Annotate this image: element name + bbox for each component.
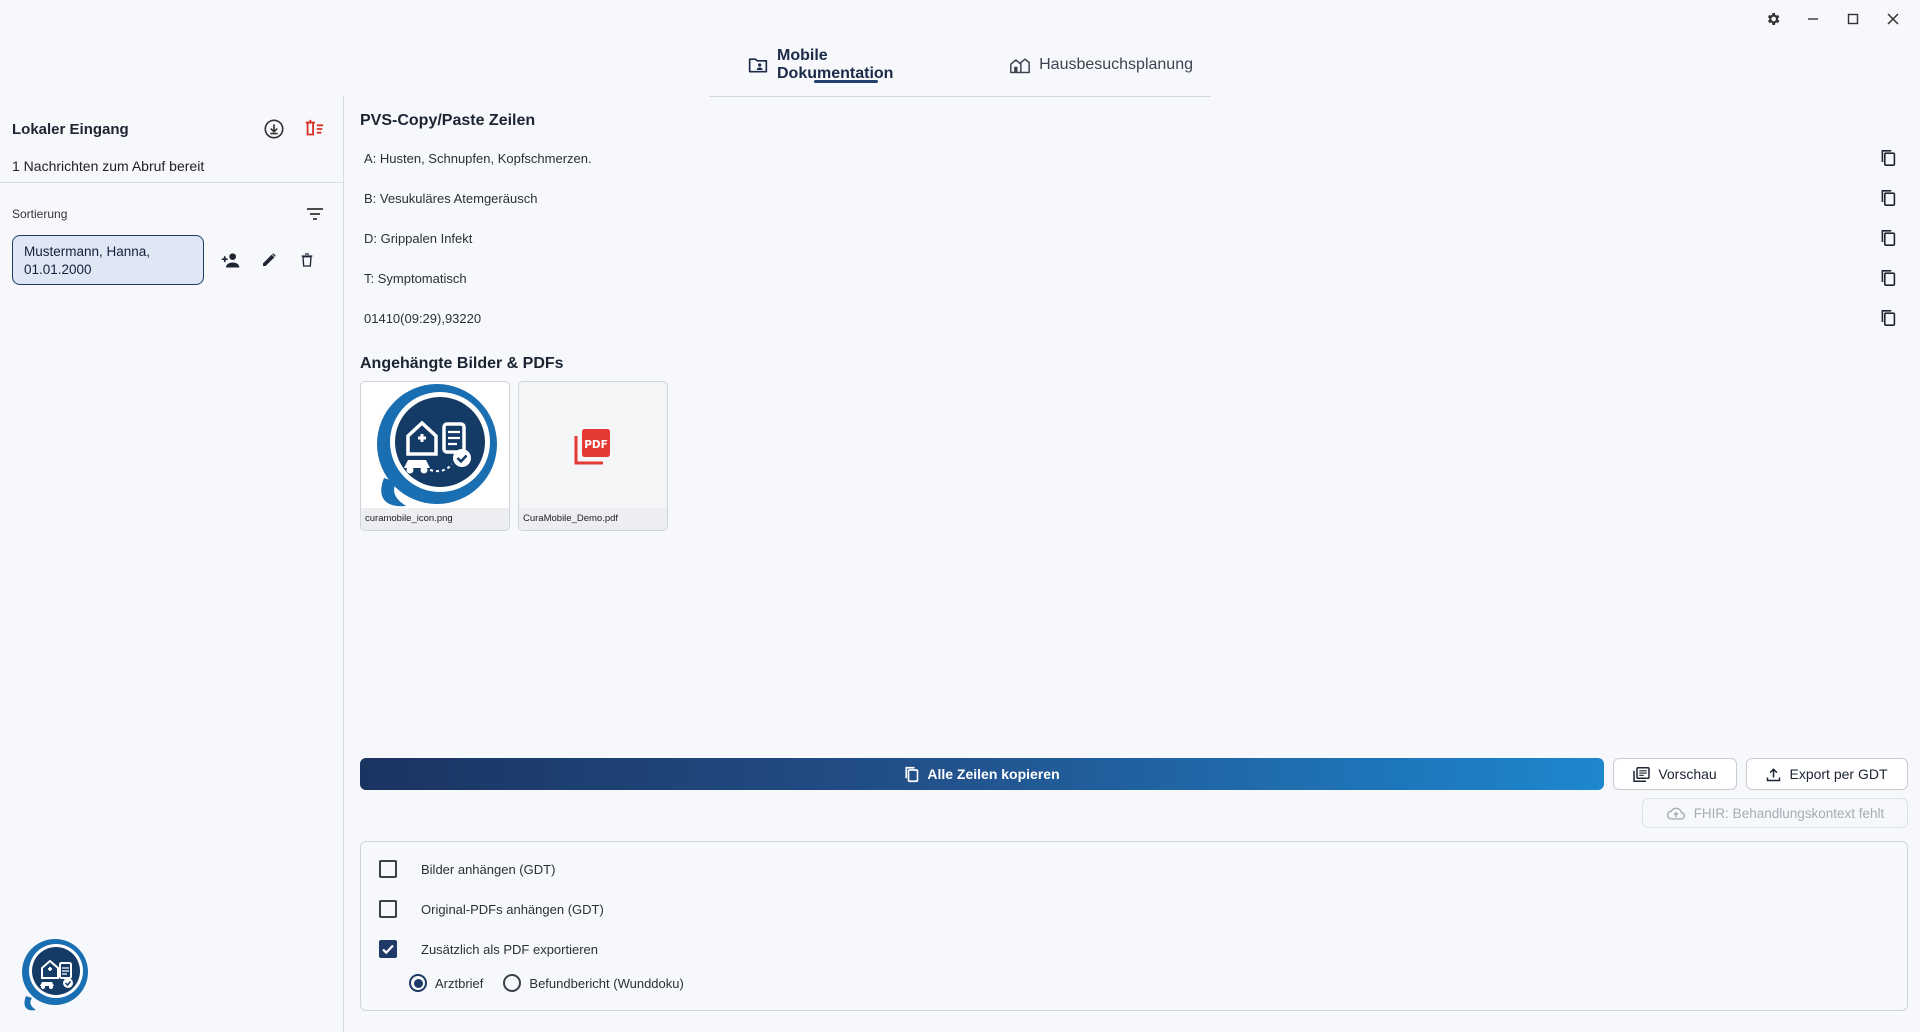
- pvs-line-text: A: Husten, Schnupfen, Kopfschmerzen.: [364, 150, 592, 166]
- radio-befundbericht[interactable]: Befundbericht (Wunddoku): [503, 974, 684, 992]
- cloud-upload-icon: [1666, 806, 1686, 821]
- patient-dob: 01.01.2000: [24, 262, 92, 277]
- pdf-type-radios: Arztbrief Befundbericht (Wunddoku): [409, 974, 684, 992]
- sidebar: Lokaler Eingang 1 Nachrichten zum Abruf …: [0, 96, 344, 1032]
- download-icon[interactable]: [261, 116, 287, 142]
- copy-icon[interactable]: [1876, 146, 1900, 170]
- radio-button[interactable]: [503, 974, 522, 992]
- sidebar-divider: [0, 182, 343, 183]
- option-label: Zusätzlich als PDF exportieren: [421, 941, 599, 957]
- pvs-line-text: B: Vesukuläres Atemgeräusch: [364, 190, 538, 206]
- copy-icon[interactable]: [1876, 266, 1900, 290]
- minimize-icon[interactable]: [1802, 8, 1824, 30]
- fhir-button[interactable]: FHIR: Behandlungskontext fehlt: [1642, 798, 1908, 828]
- radio-label: Arztbrief: [435, 975, 484, 991]
- copy-icon[interactable]: [1876, 186, 1900, 210]
- app-logo: [20, 936, 90, 1014]
- export-gdt-button[interactable]: Export per GDT: [1746, 758, 1908, 790]
- assign-person-icon[interactable]: [218, 247, 244, 273]
- attachments-list: curamobile_icon.png PDF CuraMobile_Demo.…: [360, 381, 668, 531]
- patient-name: Mustermann, Hanna,: [24, 244, 151, 259]
- attachment-filename: CuraMobile_Demo.pdf: [519, 508, 667, 530]
- copy-all-label: Alle Zeilen kopieren: [927, 766, 1060, 782]
- tab-mobile-dokumentation[interactable]: Mobile Dokumentation: [730, 44, 964, 86]
- main-tabs: Mobile Dokumentation Hausbesuchsplanung: [709, 44, 1211, 97]
- pvs-lines: A: Husten, Schnupfen, Kopfschmerzen. B: …: [360, 138, 1908, 338]
- preview-icon: [1633, 766, 1651, 782]
- pdf-thumbnail: PDF: [519, 382, 667, 510]
- checkbox-attach-pdfs[interactable]: [379, 900, 397, 918]
- inbox-title: Lokaler Eingang: [12, 120, 129, 138]
- export-options-panel: Bilder anhängen (GDT) Original-PDFs anhä…: [360, 841, 1908, 1011]
- close-icon[interactable]: [1882, 8, 1904, 30]
- preview-label: Vorschau: [1658, 766, 1717, 782]
- tab-hausbesuchsplanung[interactable]: Hausbesuchsplanung: [992, 44, 1211, 86]
- pvs-line: 01410(09:29),93220: [360, 298, 1908, 338]
- delete-list-icon[interactable]: [301, 116, 327, 142]
- option-attach-images[interactable]: Bilder anhängen (GDT): [379, 860, 555, 878]
- pvs-line: B: Vesukuläres Atemgeräusch: [360, 178, 1908, 218]
- option-attach-pdfs[interactable]: Original-PDFs anhängen (GDT): [379, 900, 604, 918]
- edit-icon[interactable]: [256, 247, 282, 273]
- maximize-icon[interactable]: [1842, 8, 1864, 30]
- pvs-line-text: 01410(09:29),93220: [364, 310, 482, 326]
- option-export-pdf[interactable]: Zusätzlich als PDF exportieren: [379, 940, 598, 958]
- radio-label: Befundbericht (Wunddoku): [529, 975, 684, 991]
- sort-row: Sortierung: [12, 202, 327, 226]
- export-gdt-label: Export per GDT: [1789, 766, 1888, 782]
- copy-icon[interactable]: [1876, 226, 1900, 250]
- image-thumbnail: [361, 382, 509, 510]
- pvs-line: D: Grippalen Infekt: [360, 218, 1908, 258]
- preview-button[interactable]: Vorschau: [1613, 758, 1737, 790]
- copy-all-button[interactable]: Alle Zeilen kopieren: [360, 758, 1604, 790]
- sort-label: Sortierung: [12, 207, 68, 221]
- tab-label: Hausbesuchsplanung: [1039, 56, 1193, 73]
- radio-button-selected[interactable]: [409, 974, 427, 992]
- svg-text:PDF: PDF: [584, 439, 608, 451]
- pvs-line: A: Husten, Schnupfen, Kopfschmerzen.: [360, 138, 1908, 178]
- houses-icon: [1010, 56, 1031, 74]
- trash-icon[interactable]: [294, 247, 320, 273]
- window-controls: [1762, 8, 1904, 30]
- option-label: Original-PDFs anhängen (GDT): [421, 901, 604, 917]
- patient-row: Mustermann, Hanna, 01.01.2000: [12, 235, 320, 285]
- pdf-icon: PDF: [573, 426, 613, 466]
- copy-icon[interactable]: [1876, 306, 1900, 330]
- attachment-pdf[interactable]: PDF CuraMobile_Demo.pdf: [518, 381, 668, 531]
- pvs-line-text: D: Grippalen Infekt: [364, 230, 473, 246]
- inbox-header: Lokaler Eingang: [12, 116, 327, 142]
- gear-icon[interactable]: [1762, 8, 1784, 30]
- fhir-label: FHIR: Behandlungskontext fehlt: [1693, 805, 1885, 821]
- attachments-title: Angehängte Bilder & PDFs: [360, 355, 564, 372]
- pvs-line-text: T: Symptomatisch: [364, 270, 467, 286]
- checkbox-attach-images[interactable]: [379, 860, 397, 878]
- copy-icon: [904, 766, 919, 783]
- tab-label: Mobile Dokumentation: [777, 47, 894, 82]
- inbox-message: 1 Nachrichten zum Abruf bereit: [12, 158, 205, 174]
- folder-person-icon: [748, 56, 768, 74]
- radio-arztbrief[interactable]: Arztbrief: [409, 974, 483, 992]
- attachment-image[interactable]: curamobile_icon.png: [360, 381, 510, 531]
- upload-icon: [1766, 767, 1781, 782]
- option-label: Bilder anhängen (GDT): [421, 861, 556, 877]
- sort-icon[interactable]: [303, 202, 327, 226]
- attachment-filename: curamobile_icon.png: [361, 508, 509, 530]
- pvs-line: T: Symptomatisch: [360, 258, 1908, 298]
- checkbox-export-pdf[interactable]: [379, 940, 397, 958]
- pvs-title: PVS-Copy/Paste Zeilen: [360, 112, 536, 129]
- patient-chip[interactable]: Mustermann, Hanna, 01.01.2000: [12, 235, 204, 285]
